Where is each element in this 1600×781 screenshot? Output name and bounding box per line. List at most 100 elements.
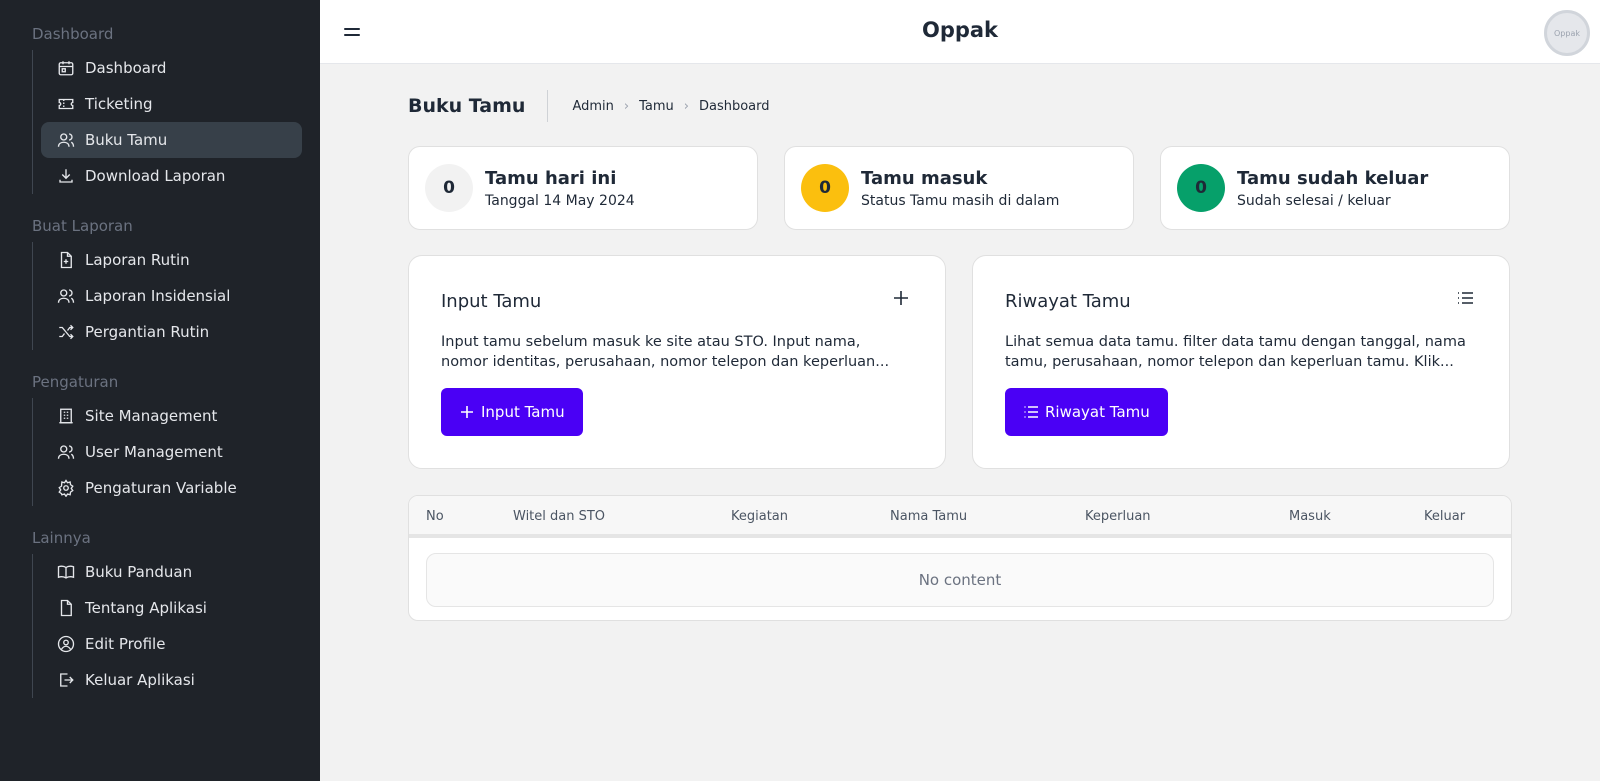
sidebar-item-label: Buku Panduan <box>85 563 193 581</box>
input-tamu-button[interactable]: Input Tamu <box>441 388 583 436</box>
breadcrumb-tamu[interactable]: Tamu <box>639 99 674 114</box>
shuffle-icon <box>59 324 74 340</box>
top-header: Oppak Oppak <box>320 0 1600 64</box>
users-icon <box>57 133 75 147</box>
stat-subtitle: Tanggal 14 May 2024 <box>485 192 635 209</box>
stat-title: Tamu masuk <box>861 167 988 189</box>
sidebar-item-label: Edit Profile <box>85 635 166 653</box>
plus-icon <box>461 406 473 418</box>
card-description-line: Lihat semua data tamu. filter data tamu … <box>1005 334 1466 350</box>
building-icon <box>59 408 73 424</box>
button-label: Riwayat Tamu <box>1045 403 1150 421</box>
sidebar-group-title: Dashboard <box>32 25 114 43</box>
card-description: Input tamu sebelum masuk ke site atau ST… <box>441 332 913 372</box>
stat-title: Tamu hari ini <box>485 167 617 189</box>
sidebar-item-keluar-aplikasi[interactable]: Keluar Aplikasi <box>41 662 302 698</box>
empty-state: No content <box>426 553 1494 607</box>
guest-table: No Witel dan STO Kegiatan Nama Tamu Kepe… <box>408 495 1512 621</box>
sidebar-item-label: Download Laporan <box>85 167 226 185</box>
list-icon <box>1024 406 1038 418</box>
sidebar-item-label: Dashboard <box>85 59 167 77</box>
plus-icon[interactable] <box>891 288 911 308</box>
avatar[interactable]: Oppak <box>1544 10 1590 56</box>
stat-value: 0 <box>425 164 473 212</box>
button-label: Input Tamu <box>481 403 565 421</box>
file-plus-icon <box>60 251 72 269</box>
logout-icon <box>60 673 74 687</box>
card-title: Riwayat Tamu <box>1005 291 1131 312</box>
users-icon <box>57 445 75 459</box>
sidebar-item-label: Site Management <box>85 407 218 425</box>
sidebar-item-label: Pengaturan Variable <box>85 479 237 497</box>
calendar-icon <box>58 61 74 76</box>
sidebar-item-pergantian-rutin[interactable]: Pergantian Rutin <box>41 314 302 350</box>
stat-subtitle: Sudah selesai / keluar <box>1237 192 1391 209</box>
stat-title: Tamu sudah keluar <box>1237 167 1429 189</box>
page-title: Buku Tamu <box>408 90 549 122</box>
column-header-keperluan[interactable]: Keperluan <box>1085 509 1151 524</box>
file-icon <box>60 599 72 617</box>
column-header-kegiatan[interactable]: Kegiatan <box>731 509 788 524</box>
sidebar-item-download-laporan[interactable]: Download Laporan <box>41 158 302 194</box>
breadcrumb-admin[interactable]: Admin <box>572 99 613 114</box>
column-header-witel-sto[interactable]: Witel dan STO <box>513 509 605 524</box>
user-circle-icon <box>57 635 75 653</box>
riwayat-tamu-card: Riwayat Tamu Lihat semua data tamu. filt… <box>972 255 1510 469</box>
chevron-right-icon: › <box>683 98 689 114</box>
sidebar-group-pengaturan: Pengaturan Site Management User Manageme… <box>0 372 320 506</box>
stat-card-tamu-masuk: 0 Tamu masuk Status Tamu masih di dalam <box>784 146 1134 230</box>
column-header-keluar[interactable]: Keluar <box>1424 509 1465 524</box>
app-title: Oppak <box>921 18 999 42</box>
sidebar-group-title: Pengaturan <box>32 373 119 391</box>
sidebar-item-pengaturan-variable[interactable]: Pengaturan Variable <box>41 470 302 506</box>
stat-subtitle: Status Tamu masih di dalam <box>861 192 1060 209</box>
gear-icon <box>58 479 74 497</box>
sidebar-group-dashboard: Dashboard Dashboard Ticketing Buku Tamu … <box>0 24 320 194</box>
card-title: Input Tamu <box>441 291 542 312</box>
sidebar-item-dashboard[interactable]: Dashboard <box>41 50 302 86</box>
sidebar-item-laporan-rutin[interactable]: Laporan Rutin <box>41 242 302 278</box>
download-icon <box>59 169 73 183</box>
sidebar-item-label: Ticketing <box>85 95 153 113</box>
card-description: Lihat semua data tamu. filter data tamu … <box>1005 332 1477 372</box>
sidebar-group-buat-laporan: Buat Laporan Laporan Rutin Laporan Insid… <box>0 216 320 350</box>
sidebar-item-label: User Management <box>85 443 223 461</box>
sidebar-item-tentang-aplikasi[interactable]: Tentang Aplikasi <box>41 590 302 626</box>
sidebar-item-user-management[interactable]: User Management <box>41 434 302 470</box>
sidebar-item-label: Keluar Aplikasi <box>85 671 195 689</box>
riwayat-tamu-button[interactable]: Riwayat Tamu <box>1005 388 1168 436</box>
sidebar-item-label: Tentang Aplikasi <box>85 599 207 617</box>
users-icon <box>57 289 75 303</box>
sidebar-item-edit-profile[interactable]: Edit Profile <box>41 626 302 662</box>
sidebar-item-label: Buku Tamu <box>85 131 168 149</box>
stat-card-tamu-keluar: 0 Tamu sudah keluar Sudah selesai / kelu… <box>1160 146 1510 230</box>
list-icon[interactable] <box>1455 288 1475 308</box>
sidebar-item-label: Laporan Insidensial <box>85 287 231 305</box>
chevron-right-icon: › <box>623 98 630 114</box>
sidebar: Dashboard Dashboard Ticketing Buku Tamu … <box>0 0 320 781</box>
breadcrumb-dashboard: Dashboard <box>698 98 770 114</box>
column-header-masuk[interactable]: Masuk <box>1289 509 1331 524</box>
page-heading: Buku Tamu Admin › Tamu › Dashboard <box>408 90 770 122</box>
sidebar-group-lainnya: Lainnya Buku Panduan Tentang Aplikasi Ed… <box>0 528 320 698</box>
sidebar-item-ticketing[interactable]: Ticketing <box>41 86 302 122</box>
card-description-line: tamu, perusahaan, nomor telepon dan kepe… <box>1005 354 1454 370</box>
sidebar-item-laporan-insidensial[interactable]: Laporan Insidensial <box>41 278 302 314</box>
sidebar-item-site-management[interactable]: Site Management <box>41 398 302 434</box>
book-icon <box>57 565 75 579</box>
sidebar-group-title: Buat Laporan <box>32 217 133 235</box>
sidebar-item-buku-panduan[interactable]: Buku Panduan <box>41 554 302 590</box>
card-description-line: Input tamu sebelum masuk ke site atau ST… <box>441 334 861 350</box>
stat-value: 0 <box>801 164 849 212</box>
column-header-nama-tamu[interactable]: Nama Tamu <box>890 509 967 524</box>
table-header: No Witel dan STO Kegiatan Nama Tamu Kepe… <box>409 496 1511 538</box>
ticket-icon <box>58 98 74 110</box>
stat-value: 0 <box>1177 164 1225 212</box>
input-tamu-card: Input Tamu Input tamu sebelum masuk ke s… <box>408 255 946 469</box>
sidebar-item-label: Pergantian Rutin <box>85 323 210 341</box>
column-header-no[interactable]: No <box>426 509 444 524</box>
card-description-line: nomor identitas, perusahaan, nomor telep… <box>441 354 890 370</box>
sidebar-item-buku-tamu[interactable]: Buku Tamu <box>41 122 302 158</box>
sidebar-item-label: Laporan Rutin <box>85 251 190 269</box>
sidebar-group-title: Lainnya <box>32 529 91 547</box>
